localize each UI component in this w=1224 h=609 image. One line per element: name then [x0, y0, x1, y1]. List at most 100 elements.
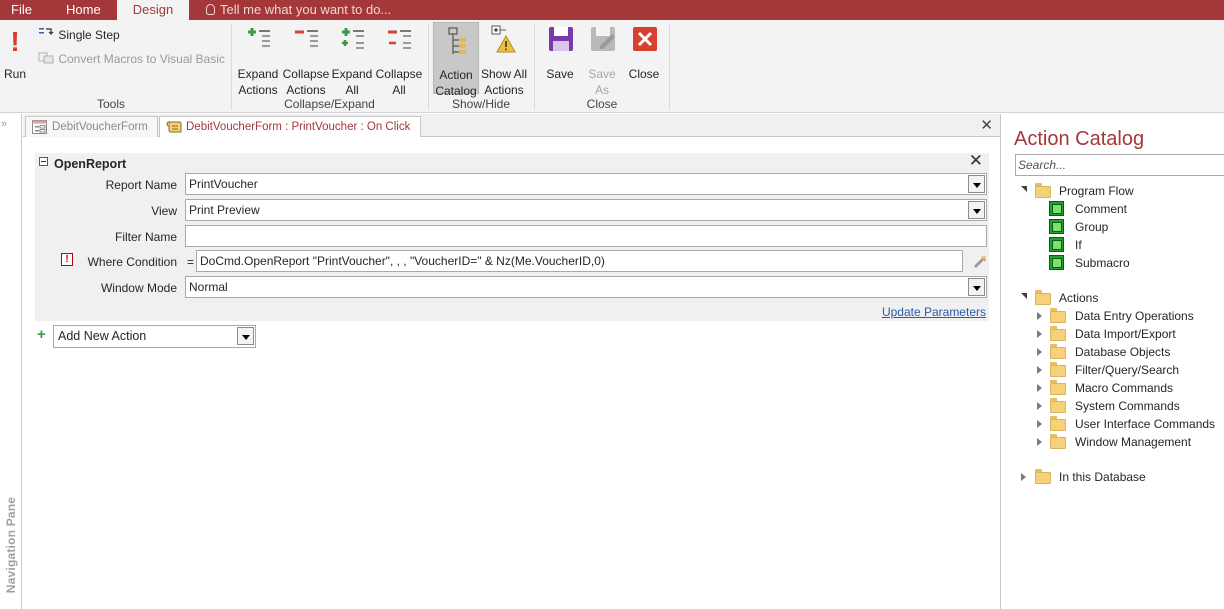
- collapse-all-label-2: All: [392, 83, 406, 97]
- report-name-combo[interactable]: PrintVoucher: [185, 173, 987, 195]
- where-condition-equals: =: [187, 255, 195, 269]
- chevron-down-icon[interactable]: [968, 175, 985, 193]
- tell-me-box[interactable]: Tell me what you want to do...: [206, 0, 391, 20]
- action-catalog-button[interactable]: Action Catalog: [433, 22, 479, 98]
- tree-label: Filter/Query/Search: [1075, 363, 1180, 377]
- expand-actions-label-2: Actions: [238, 83, 278, 97]
- collapsed-arrow-icon[interactable]: [1037, 420, 1042, 428]
- expand-actions-label-1: Expand: [237, 67, 279, 81]
- expanded-arrow-icon[interactable]: [1021, 186, 1027, 192]
- expand-all-label-2: All: [345, 83, 359, 97]
- expand-all-button[interactable]: Expand All: [331, 22, 373, 98]
- collapsed-arrow-icon[interactable]: [1021, 473, 1026, 481]
- folder-icon: [1050, 380, 1066, 395]
- navigation-pane-label: Navigation Pane: [4, 496, 18, 594]
- expand-all-label-1: Expand: [331, 67, 373, 81]
- save-as-button[interactable]: Save As: [582, 22, 622, 98]
- ribbon: ! Run Single Step Convert Macros to Visu…: [0, 20, 1224, 113]
- collapsed-arrow-icon[interactable]: [1037, 348, 1042, 356]
- folder-icon: [1050, 308, 1066, 323]
- collapsed-arrow-icon[interactable]: [1037, 438, 1042, 446]
- filter-name-field[interactable]: [185, 225, 987, 247]
- folder-icon: [1035, 183, 1051, 198]
- expand-chevron-icon[interactable]: »: [1, 118, 7, 130]
- close-label: Close: [628, 67, 660, 81]
- add-new-action-combo[interactable]: Add New Action: [53, 325, 256, 348]
- convert-macros-button[interactable]: Convert Macros to Visual Basic: [38, 51, 225, 66]
- action-icon: [1049, 255, 1064, 270]
- folder-icon: [1035, 290, 1051, 305]
- update-parameters-link[interactable]: Update Parameters: [882, 305, 986, 319]
- close-document-icon[interactable]: ✕: [980, 116, 993, 134]
- chevron-down-icon[interactable]: [237, 327, 254, 345]
- navigation-pane[interactable]: » Navigation Pane: [0, 114, 22, 609]
- add-new-action-text: Add New Action: [58, 329, 147, 343]
- view-combo[interactable]: Print Preview: [185, 199, 987, 221]
- window-mode-combo[interactable]: Normal: [185, 276, 987, 298]
- tree-label: Data Import/Export: [1075, 327, 1176, 341]
- action-block-openreport: OpenReport ✕ Report Name PrintVoucher Vi…: [35, 151, 989, 321]
- where-condition-value: DoCmd.OpenReport "PrintVoucher", , , "Vo…: [200, 254, 605, 268]
- tree-label: Database Objects: [1075, 345, 1171, 359]
- action-icon: [1049, 201, 1064, 216]
- show-all-actions-button[interactable]: Show All Actions: [480, 22, 528, 98]
- tree-label: Submacro: [1075, 256, 1130, 270]
- collapsed-arrow-icon[interactable]: [1037, 312, 1042, 320]
- collapse-all-label-1: Collapse: [375, 67, 423, 81]
- action-icon: [1049, 219, 1064, 234]
- chevron-down-icon[interactable]: [968, 201, 985, 219]
- tree-label: Data Entry Operations: [1075, 309, 1194, 323]
- tab-label: DebitVoucherForm: [52, 121, 148, 133]
- tell-me-text: Tell me what you want to do...: [220, 2, 392, 17]
- run-button[interactable]: ! Run: [2, 22, 28, 82]
- save-button[interactable]: Save: [540, 22, 580, 82]
- single-step-icon: [39, 28, 54, 35]
- collapse-actions-button[interactable]: Collapse Actions: [282, 22, 330, 98]
- tab-home[interactable]: Home: [66, 0, 101, 20]
- save-as-icon: [591, 27, 615, 51]
- report-name-label: Report Name: [105, 178, 177, 192]
- expanded-arrow-icon[interactable]: [1021, 293, 1027, 299]
- action-catalog-pane: Action Catalog Search... Program Flow Co…: [1000, 114, 1224, 609]
- exclamation-icon: !: [10, 26, 20, 57]
- single-step-button[interactable]: Single Step: [38, 27, 120, 42]
- tab-macro-on-click[interactable]: DebitVoucherForm : PrintVoucher : On Cli…: [159, 116, 421, 138]
- collapsed-arrow-icon[interactable]: [1037, 366, 1042, 374]
- group-label-close: Close: [586, 97, 618, 111]
- tab-label: DebitVoucherForm : PrintVoucher : On Cli…: [186, 121, 411, 133]
- close-button[interactable]: Close: [624, 22, 664, 82]
- collapse-toggle-icon[interactable]: [39, 157, 48, 166]
- tree-label: If: [1075, 238, 1082, 252]
- where-condition-label: Where Condition: [87, 255, 177, 269]
- tree-label: Program Flow: [1059, 184, 1134, 198]
- collapsed-arrow-icon[interactable]: [1037, 330, 1042, 338]
- where-condition-field[interactable]: DoCmd.OpenReport "PrintVoucher", , , "Vo…: [196, 250, 963, 272]
- document-tabs: DebitVoucherForm DebitVoucherForm : Prin…: [23, 114, 1000, 138]
- tab-debitvoucherform[interactable]: DebitVoucherForm: [25, 116, 158, 137]
- group-label-collapse-expand: Collapse/Expand: [284, 97, 375, 111]
- folder-icon: [1050, 434, 1066, 449]
- chevron-down-icon[interactable]: [968, 278, 985, 296]
- form-icon: [32, 120, 47, 134]
- builder-icon[interactable]: [972, 254, 986, 268]
- collapse-all-icon: [388, 30, 411, 49]
- tree-label: System Commands: [1075, 399, 1180, 413]
- catalog-search-input[interactable]: Search...: [1015, 154, 1224, 176]
- ribbon-tab-strip: File Home Design Tell me what you want t…: [0, 0, 1224, 20]
- collapse-actions-icon: [295, 30, 318, 47]
- collapsed-arrow-icon[interactable]: [1037, 402, 1042, 410]
- delete-action-icon[interactable]: ✕: [969, 151, 983, 171]
- tab-design[interactable]: Design: [117, 0, 189, 20]
- action-catalog-label-1: Action: [439, 68, 473, 82]
- macro-scroll-icon: [166, 121, 182, 133]
- close-icon: [633, 27, 657, 51]
- expand-actions-button[interactable]: Expand Actions: [235, 22, 281, 98]
- collapsed-arrow-icon[interactable]: [1037, 384, 1042, 392]
- expand-actions-icon: [248, 28, 270, 47]
- folder-icon: [1050, 416, 1066, 431]
- tab-file[interactable]: File: [11, 0, 32, 20]
- collapse-all-button[interactable]: Collapse All: [375, 22, 423, 98]
- save-label: Save: [546, 67, 574, 81]
- run-label: Run: [3, 67, 26, 81]
- collapse-actions-label-2: Actions: [286, 83, 326, 97]
